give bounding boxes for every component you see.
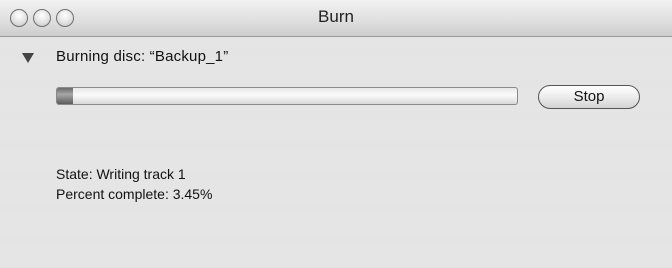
burn-heading-row: Burning disc: “Backup_1” (22, 48, 228, 65)
progress-fill (57, 88, 73, 104)
title-bar[interactable]: Burn (0, 0, 672, 37)
progress-bar (56, 87, 518, 105)
disclosure-triangle-icon[interactable] (22, 53, 34, 63)
burn-window: Burn Burning disc: “Backup_1” Stop State… (0, 0, 672, 268)
state-text: State: Writing track 1 (56, 166, 186, 182)
status-block: State: Writing track 1 Percent complete:… (56, 164, 212, 204)
percent-text: Percent complete: 3.45% (56, 186, 213, 202)
stop-button[interactable]: Stop (538, 85, 640, 109)
window-title: Burn (318, 7, 354, 26)
burn-heading: Burning disc: “Backup_1” (56, 48, 229, 65)
